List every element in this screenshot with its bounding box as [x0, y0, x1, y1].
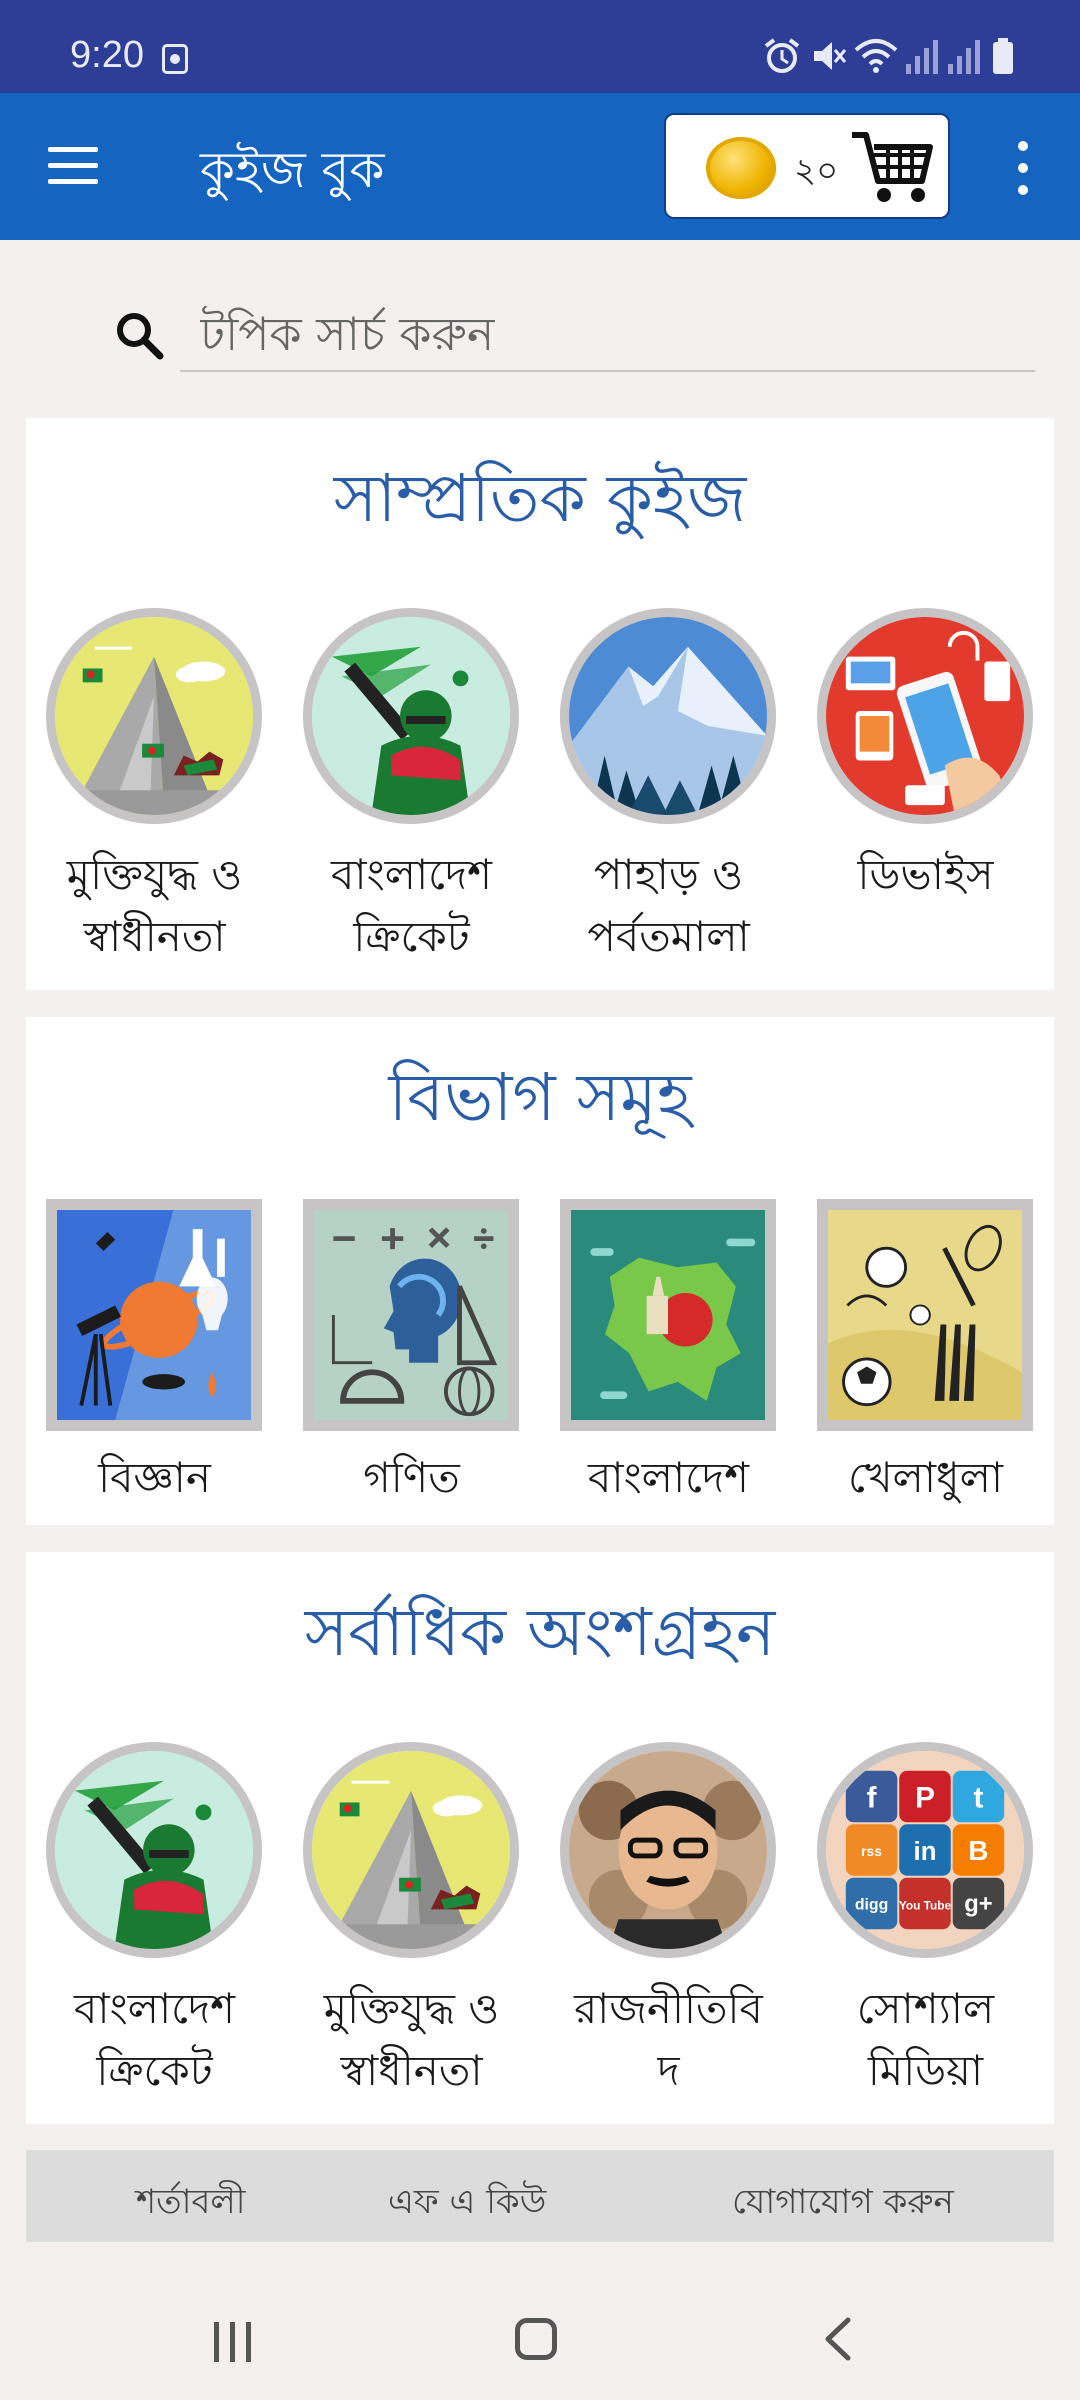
tile-label: সোশ্যাল মিডিয়া: [856, 1984, 995, 2095]
digg-icon: digg: [855, 1896, 888, 1913]
google-plus-icon: g+: [964, 1890, 992, 1917]
recent-quiz-section: সাম্প্রতিক কুইজ মুক্তিযুদ্ধ ও স্বাধীনতা …: [26, 418, 1054, 990]
search-bar: [0, 280, 1080, 400]
mountain-icon: [560, 608, 776, 824]
search-icon: [112, 308, 166, 362]
social-media-icon: f P t rss in B digg You Tube g+: [817, 1742, 1033, 1958]
tile-label: বাংলাদেশ: [588, 1453, 749, 1502]
system-nav-bar: [0, 2270, 1080, 2400]
tile-label: রাজনীতিবি দ: [574, 1984, 763, 2095]
search-input[interactable]: [180, 298, 1035, 372]
tile-label: বাংলাদেশ ক্রিকেট: [331, 850, 492, 961]
home-icon[interactable]: [515, 2318, 557, 2360]
youtube-icon: You Tube: [899, 1898, 952, 1912]
mute-icon: [808, 36, 848, 80]
section-title: বিভাগ সমূহ: [388, 1059, 692, 1136]
app-notification-icon: [162, 44, 188, 74]
twitter-icon: t: [974, 1781, 984, 1814]
faq-link[interactable]: এফ এ কিউ: [388, 2176, 546, 2233]
cricket-batsman-icon: [303, 608, 519, 824]
status-bar: 9:20: [0, 0, 1080, 93]
signal-icon: [946, 36, 982, 80]
app-title: কুইজ বুক: [200, 141, 385, 199]
wifi-icon: [854, 36, 898, 80]
contact-link[interactable]: যোগাযোগ করুন: [732, 2176, 954, 2233]
martyrs-monument-icon: [46, 608, 262, 824]
coin-cart-button[interactable]: ২০: [664, 113, 950, 219]
martyrs-monument-icon: [303, 1742, 519, 1958]
bangladesh-map-icon: [560, 1199, 776, 1431]
tile-label: বিজ্ঞান: [98, 1453, 211, 1502]
pinterest-icon: P: [915, 1781, 935, 1814]
footer-links: শর্তাবলী এফ এ কিউ যোগাযোগ করুন: [26, 2150, 1054, 2242]
linkedin-icon: in: [914, 1838, 937, 1866]
blogger-icon: B: [968, 1835, 988, 1866]
signal-icon: [904, 36, 940, 80]
facebook-icon: f: [867, 1781, 877, 1814]
rss-icon: rss: [861, 1843, 882, 1859]
section-title: সর্বাধিক অংশগ্রহন: [304, 1594, 776, 1671]
coin-count: ২০: [794, 151, 839, 191]
politicians-portrait-icon: [560, 1742, 776, 1958]
app-bar: কুইজ বুক ২০: [0, 93, 1080, 240]
recent-apps-icon[interactable]: [212, 2322, 256, 2362]
coin-icon: [706, 137, 776, 199]
tile-label: গণিত: [363, 1453, 460, 1502]
cart-icon: [848, 127, 934, 207]
tile-label: মুক্তিযুদ্ধ ও স্বাধীনতা: [66, 850, 243, 961]
tile-label: খেলাধুলা: [847, 1453, 1004, 1502]
status-time: 9:20: [70, 34, 144, 76]
back-icon[interactable]: [818, 2314, 858, 2364]
section-title: সাম্প্রতিক কুইজ: [333, 460, 747, 537]
tile-label: মুক্তিযুদ্ধ ও স্বাধীনতা: [323, 1984, 500, 2095]
devices-icon: [817, 608, 1033, 824]
alarm-icon: [762, 36, 802, 80]
cricket-batsman-icon: [46, 1742, 262, 1958]
math-icon: [303, 1199, 519, 1431]
overflow-menu-icon[interactable]: [1016, 141, 1030, 197]
tile-label: বাংলাদেশ ক্রিকেট: [74, 1984, 235, 2095]
sports-icon: [817, 1199, 1033, 1431]
most-participated-section: সর্বাধিক অংশগ্রহন বাংলাদেশ ক্রিকেট মুক্ত…: [26, 1552, 1054, 2124]
terms-link[interactable]: শর্তাবলী: [136, 2176, 245, 2233]
categories-section: বিভাগ সমূহ বিজ্ঞান গণিত বাংলাদেশ খেলাধুল…: [26, 1017, 1054, 1525]
battery-icon: [990, 36, 1016, 80]
tile-label: ডিভাইস: [857, 850, 994, 899]
tile-label: পাহাড় ও পর্বতমালা: [587, 850, 750, 961]
science-icon: [46, 1199, 262, 1431]
menu-icon[interactable]: [48, 147, 98, 187]
